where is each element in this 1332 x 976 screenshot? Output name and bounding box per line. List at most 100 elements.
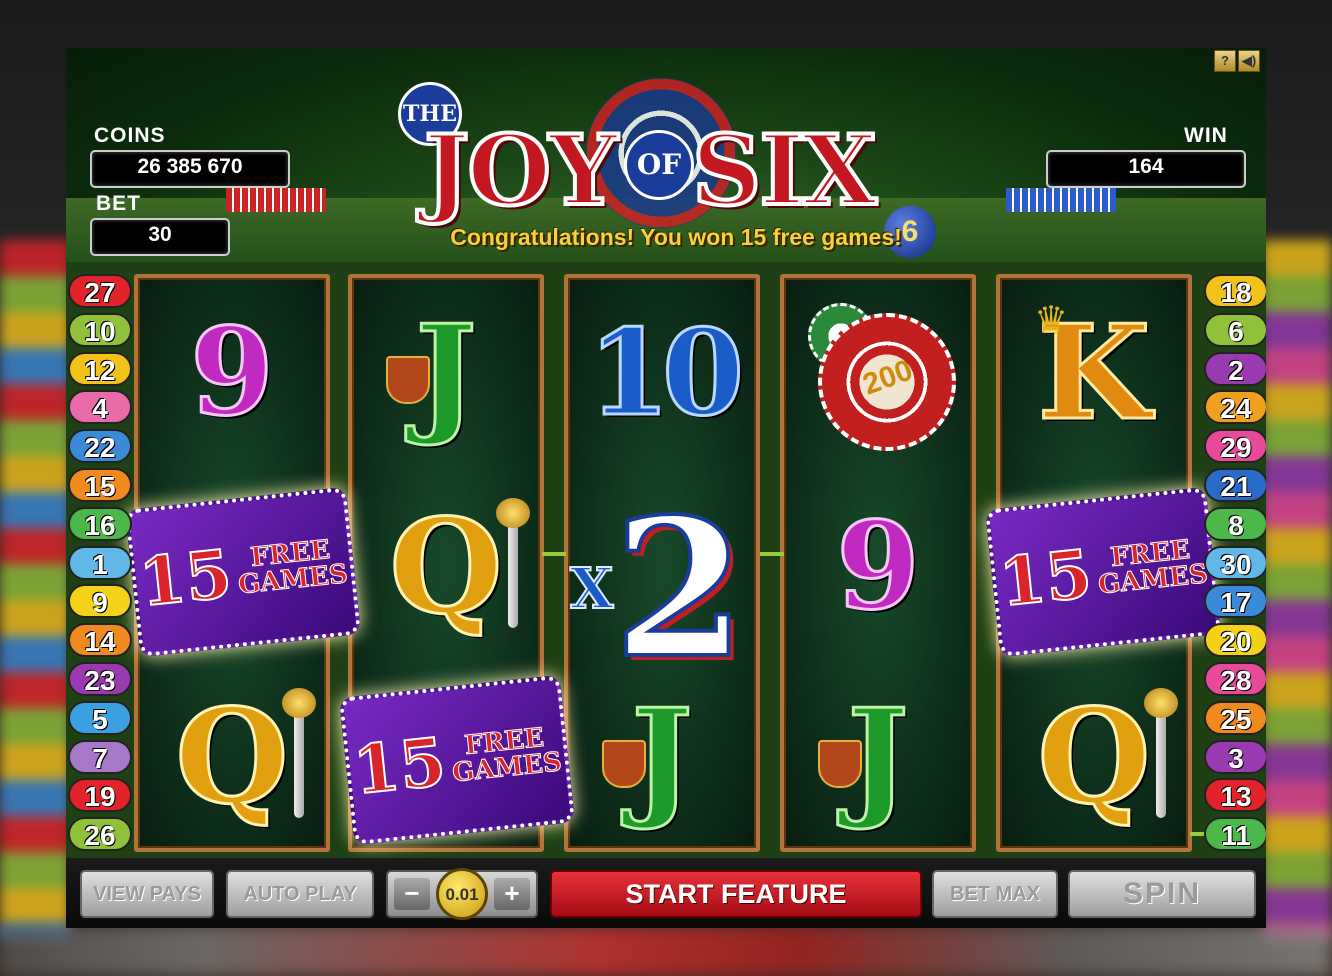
- payline-number-left[interactable]: 15: [68, 467, 132, 502]
- payline-number-left[interactable]: 1: [68, 545, 132, 580]
- payline-number-left[interactable]: 10: [68, 312, 132, 347]
- game-header: ? ◀) COINS 26 385 670 BET 30 WIN 164 THE…: [66, 48, 1266, 262]
- multiplier-value: 2: [611, 477, 747, 700]
- payline-numbers-right: 18 6 2 24 29 21 8 30 17 20 28 25 3 13 11: [1204, 274, 1266, 856]
- start-feature-button[interactable]: START FEATURE: [550, 870, 922, 918]
- payline: [760, 552, 784, 556]
- payline-number-right[interactable]: 21: [1204, 467, 1266, 502]
- payline-number-left[interactable]: 4: [68, 390, 132, 425]
- multiplier-symbol: X 2: [569, 477, 748, 700]
- shield-icon: [386, 356, 430, 404]
- payline-number-right[interactable]: 11: [1204, 817, 1266, 852]
- symbol-queen: Q: [1036, 680, 1152, 833]
- payline-numbers-left: 27 10 12 4 22 15 16 1 9 14 23 5 7 19 26: [68, 274, 132, 856]
- payline-number-left[interactable]: 16: [68, 506, 132, 541]
- red-chip-stack: [226, 188, 326, 212]
- payline-number-right[interactable]: 3: [1204, 739, 1266, 774]
- auto-play-button[interactable]: AUTO PLAY: [226, 870, 374, 918]
- reel-symbol: Q: [138, 662, 326, 852]
- logo-joy: JOY: [422, 112, 620, 229]
- scepter-icon: [496, 498, 530, 628]
- payline-number-right[interactable]: 25: [1204, 700, 1266, 735]
- logo-six: SIX: [690, 112, 879, 229]
- scepter-icon: [1144, 688, 1178, 818]
- payline-number-left[interactable]: 23: [68, 661, 132, 696]
- payline-number-left[interactable]: 19: [68, 778, 132, 813]
- multiplier-x: X: [569, 555, 614, 623]
- bet-max-button[interactable]: BET MAX: [932, 870, 1058, 918]
- payline: [542, 552, 566, 556]
- free-games-scatter: 15 FREE GAMES: [124, 486, 362, 658]
- payline-number-right[interactable]: 29: [1204, 429, 1266, 464]
- symbol-queen: Q: [174, 680, 290, 833]
- payline-number-right[interactable]: 30: [1204, 545, 1266, 580]
- payline-number-left[interactable]: 7: [68, 739, 132, 774]
- free-games-count: 15: [995, 533, 1097, 622]
- payline-number-right[interactable]: 17: [1204, 584, 1266, 619]
- blue-chip-stack: [1006, 188, 1116, 212]
- free-games-text: FREE GAMES: [234, 534, 349, 601]
- game-logo: THE JOY OF SIX 6: [396, 74, 956, 258]
- win-label: WIN: [1184, 124, 1228, 147]
- free-games-scatter: 15 FREE GAMES: [984, 486, 1222, 658]
- shield-icon: [818, 740, 862, 788]
- payline-number-left[interactable]: 5: [68, 700, 132, 735]
- payline-number-left[interactable]: 14: [68, 623, 132, 658]
- payline-number-right[interactable]: 13: [1204, 778, 1266, 813]
- payline-number-right[interactable]: 20: [1204, 623, 1266, 658]
- payline-number-left[interactable]: 27: [68, 274, 132, 308]
- slot-game: ? ◀) COINS 26 385 670 BET 30 WIN 164 THE…: [66, 48, 1266, 928]
- payline: [1190, 832, 1204, 836]
- bet-label: BET: [96, 192, 141, 215]
- payline-number-left[interactable]: 22: [68, 429, 132, 464]
- free-games-text: FREE GAMES: [1094, 534, 1209, 601]
- spin-button[interactable]: SPIN: [1068, 870, 1256, 918]
- payline-number-left[interactable]: 26: [68, 817, 132, 852]
- reel-symbol: 9: [784, 472, 972, 662]
- view-pays-button[interactable]: VIEW PAYS: [80, 870, 214, 918]
- symbol-queen: Q: [388, 490, 504, 643]
- win-message: Congratulations! You won 15 free games!: [450, 224, 902, 250]
- reel-symbol: J: [352, 278, 540, 468]
- coins-label: COINS: [94, 124, 166, 147]
- free-games-count: 15: [135, 533, 237, 622]
- win-value: 164: [1046, 150, 1246, 188]
- payline-number-right[interactable]: 8: [1204, 506, 1266, 541]
- payline-number-left[interactable]: 12: [68, 351, 132, 386]
- payline-number-left[interactable]: 9: [68, 584, 132, 619]
- reels-area: 9 Q J Q 10 J 200 9 J ♛ K Q 15 FREE GAMES…: [66, 262, 1266, 858]
- reel-symbol: Q: [352, 472, 540, 662]
- shield-icon: [602, 740, 646, 788]
- reel-4: 200 9 J: [780, 274, 976, 852]
- payline-number-right[interactable]: 24: [1204, 390, 1266, 425]
- poker-chips-symbol: 200: [808, 303, 956, 451]
- symbol-nine: 9: [835, 496, 921, 637]
- reel-symbol: 9: [138, 278, 326, 468]
- logo-of: OF: [624, 130, 694, 200]
- sound-icon[interactable]: ◀): [1238, 50, 1260, 72]
- coins-value: 26 385 670: [90, 150, 290, 188]
- free-games-count: 15: [349, 721, 451, 810]
- reel-symbol: Q: [1000, 662, 1188, 852]
- scepter-icon: [282, 688, 316, 818]
- coin-decrease-button[interactable]: −: [394, 878, 430, 910]
- coin-increase-button[interactable]: +: [494, 878, 530, 910]
- coin-size-control: − 0.01 +: [386, 868, 538, 920]
- payline-number-right[interactable]: 6: [1204, 312, 1266, 347]
- payline-number-right[interactable]: 18: [1204, 274, 1266, 308]
- reel-symbol: J: [784, 662, 972, 852]
- coin-size-value: 0.01: [436, 868, 488, 920]
- payline-number-right[interactable]: 28: [1204, 661, 1266, 696]
- control-bar: VIEW PAYS AUTO PLAY − 0.01 + START FEATU…: [66, 858, 1266, 928]
- bet-value: 30: [90, 218, 230, 256]
- reel-symbol: 10: [568, 278, 756, 468]
- free-games-scatter: 15 FREE GAMES: [338, 674, 576, 846]
- reel-symbol: ♛ K: [1000, 278, 1188, 468]
- free-games-text: FREE GAMES: [448, 722, 563, 789]
- reel-symbol: 200: [784, 278, 972, 468]
- symbol-ten: 10: [586, 303, 745, 442]
- top-icons: ? ◀): [1214, 50, 1260, 72]
- payline-number-right[interactable]: 2: [1204, 351, 1266, 386]
- help-icon[interactable]: ?: [1214, 50, 1236, 72]
- crown-icon: ♛: [1034, 300, 1069, 342]
